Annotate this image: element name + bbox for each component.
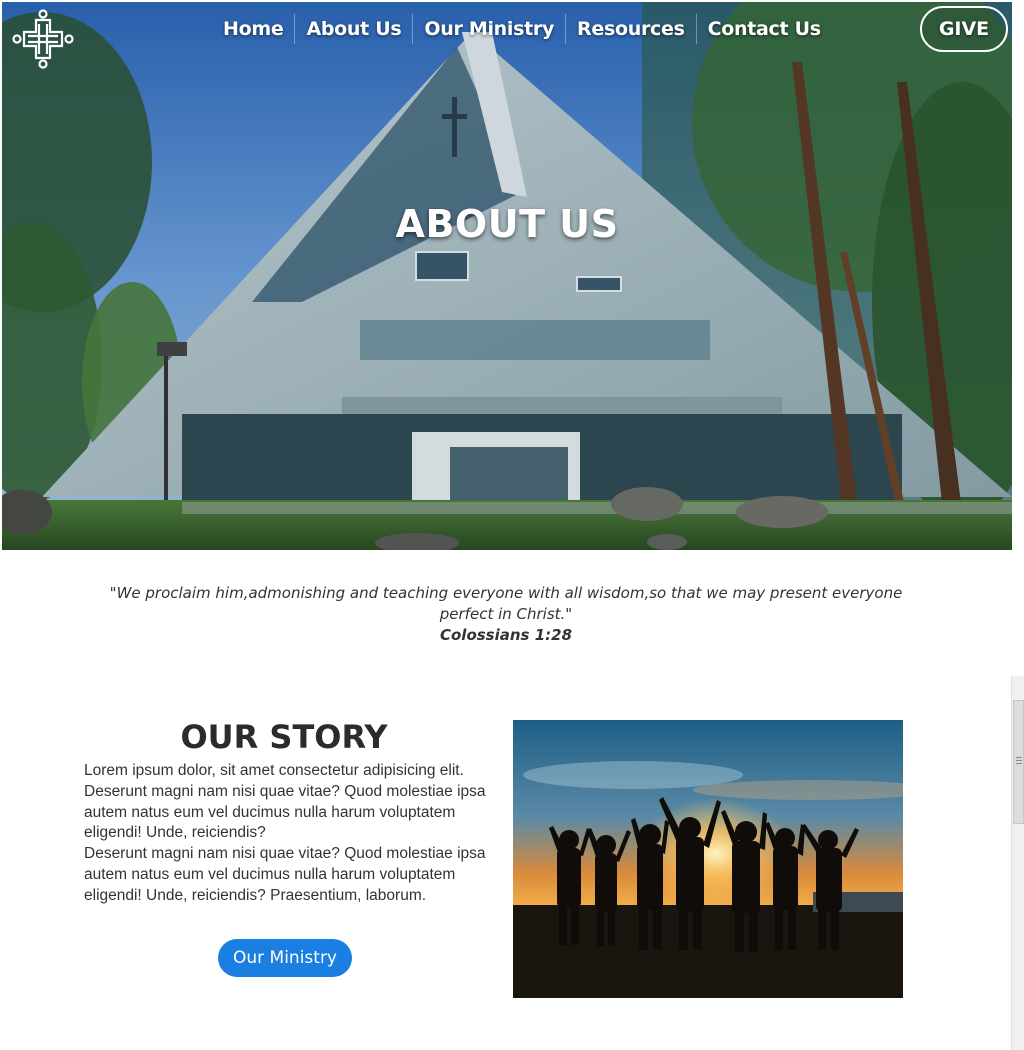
story-paragraph: Deserunt magni nam nisi quae vitae? Quod… (84, 845, 486, 904)
main-nav: Home About Us Our Ministry Resources Con… (212, 12, 832, 46)
story-paragraph: Lorem ipsum dolor, sit amet consectetur … (84, 762, 486, 842)
scroll-grip-icon (1016, 757, 1022, 765)
nav-home[interactable]: Home (212, 14, 294, 44)
nav-resources[interactable]: Resources (566, 14, 696, 44)
hero-banner: Home About Us Our Ministry Resources Con… (2, 2, 1012, 550)
nav-about-us[interactable]: About Us (295, 14, 412, 44)
quote-reference: Colossians 1:28 (439, 626, 573, 644)
nav-contact-us[interactable]: Contact Us (697, 14, 832, 44)
scroll-thumb[interactable] (1013, 700, 1024, 824)
page-title: ABOUT US (395, 202, 619, 246)
give-button[interactable]: GIVE (920, 6, 1008, 52)
page-scrollbar[interactable] (1011, 676, 1024, 1050)
cross-logo-icon[interactable] (10, 6, 76, 72)
hero-overlay (2, 2, 1012, 550)
quote-text: "We proclaim him,admonishing and teachin… (109, 584, 903, 623)
our-ministry-button[interactable]: Our Ministry (218, 939, 352, 977)
story-body: Lorem ipsum dolor, sit amet consectetur … (84, 761, 486, 907)
story-image (513, 720, 903, 998)
nav-our-ministry[interactable]: Our Ministry (413, 14, 565, 44)
scripture-quote: "We proclaim him,admonishing and teachin… (90, 583, 922, 644)
story-title: OUR STORY (180, 718, 388, 756)
